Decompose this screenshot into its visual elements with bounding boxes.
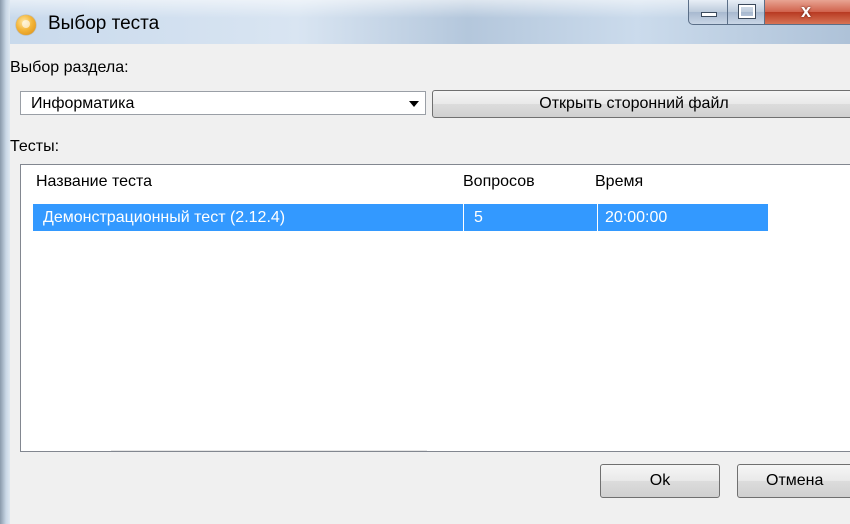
- dialog-body: Выбор раздела: Информатика Открыть сторо…: [10, 44, 850, 524]
- title-bar[interactable]: Выбор теста x: [0, 0, 850, 44]
- list-divider: [111, 450, 427, 451]
- column-header-test-name[interactable]: Название теста: [36, 165, 152, 199]
- column-header-questions[interactable]: Вопросов: [463, 165, 535, 199]
- section-label: Выбор раздела:: [10, 59, 129, 76]
- close-icon: x: [801, 1, 812, 21]
- ok-button[interactable]: Ok: [600, 464, 720, 498]
- column-header-time[interactable]: Время: [595, 165, 643, 199]
- window-frame-left[interactable]: [0, 0, 10, 524]
- maximize-button[interactable]: [728, 0, 765, 25]
- cell-test-name: Демонстрационный тест (2.12.4): [43, 209, 286, 226]
- cell-separator: [597, 204, 598, 231]
- section-select[interactable]: Информатика: [20, 91, 426, 115]
- cell-separator: [463, 204, 464, 231]
- tests-list[interactable]: Название теста Вопросов Время Демонстрац…: [20, 164, 850, 452]
- caption-buttons: x: [688, 0, 850, 26]
- close-button[interactable]: x: [765, 0, 850, 25]
- table-row[interactable]: Демонстрационный тест (2.12.4) 5 20:00:0…: [33, 204, 768, 231]
- minimize-icon: [701, 12, 717, 17]
- app-icon: [16, 15, 36, 35]
- section-select-value: Информатика: [31, 95, 135, 112]
- cell-time: 20:00:00: [605, 209, 668, 226]
- cell-questions: 5: [474, 209, 483, 226]
- cancel-button[interactable]: Отмена: [737, 464, 850, 498]
- minimize-button[interactable]: [688, 0, 728, 25]
- dropdown-arrow-icon[interactable]: [409, 101, 419, 107]
- tests-list-header: Название теста Вопросов Время: [21, 165, 850, 199]
- window-title: Выбор теста: [48, 13, 160, 34]
- maximize-icon: [738, 4, 756, 19]
- open-external-file-button[interactable]: Открыть сторонний файл: [432, 90, 850, 118]
- tests-label: Тесты:: [10, 138, 60, 155]
- test-selection-window: Выбор теста x Выбор раздела: Информатика…: [0, 0, 850, 524]
